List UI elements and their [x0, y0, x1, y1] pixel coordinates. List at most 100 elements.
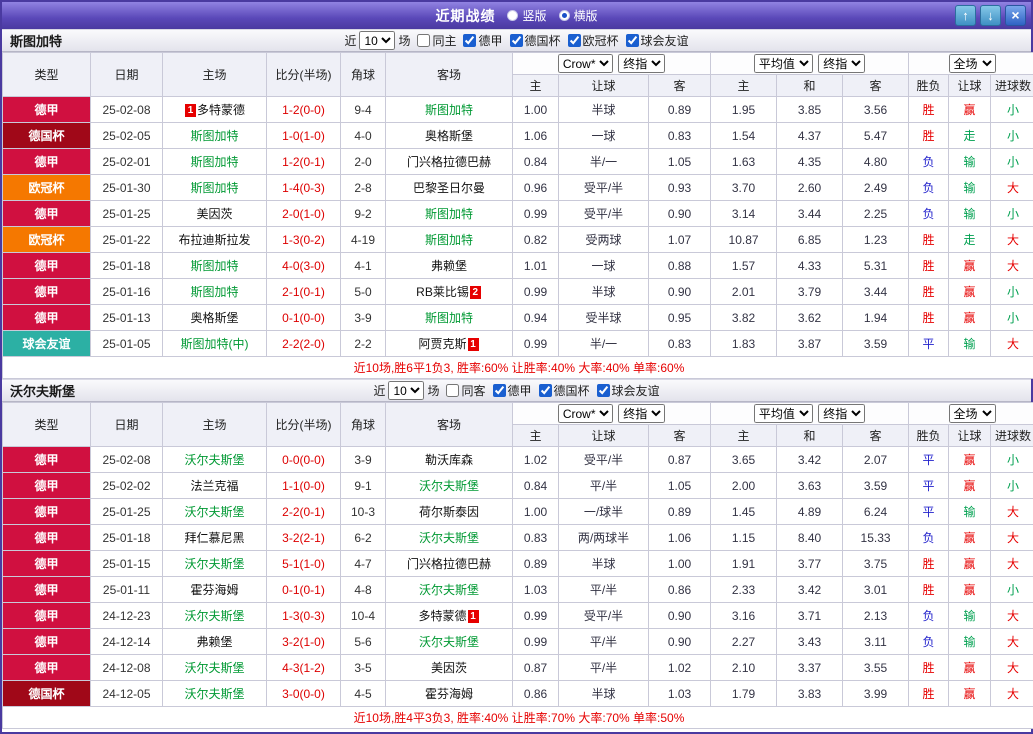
team-link[interactable]: 美因茨 [431, 661, 467, 675]
handicap-result: 赢 [948, 96, 992, 123]
layout-mode-horizontal[interactable]: 横版 [558, 7, 598, 24]
team-link[interactable]: 门兴格拉德巴赫 [407, 155, 491, 169]
league-filter[interactable]: 德甲 [492, 382, 532, 399]
team-link[interactable]: 奥格斯堡 [425, 129, 473, 143]
match-row: 德甲 24-12-14 弗赖堡 3-2(1-0) 5-6 沃尔夫斯堡 0.99 平/半 0.90… [2, 628, 1033, 655]
handicap-result: 输 [948, 602, 992, 629]
team-link[interactable]: 多特蒙德 [197, 103, 245, 117]
team-link[interactable]: 斯图加特 [190, 155, 238, 169]
league-filter[interactable]: 德甲 [463, 32, 503, 49]
layout-mode-vertical[interactable]: 竖版 [507, 7, 547, 24]
same-venue-checkbox[interactable] [417, 34, 431, 47]
final-index-select[interactable]: 终指 [618, 404, 666, 423]
team-link[interactable]: 斯图加特 [190, 285, 238, 299]
team-link[interactable]: 巴黎圣日尔曼 [413, 181, 485, 195]
average-select[interactable]: 平均值 [753, 404, 813, 423]
team-link[interactable]: 法兰克福 [190, 479, 238, 493]
team-link[interactable]: 沃尔夫斯堡 [184, 505, 244, 519]
final-index-select-2[interactable]: 终指 [818, 404, 866, 423]
league-checkbox[interactable] [492, 383, 506, 397]
move-up-button[interactable]: ↑ [955, 5, 976, 26]
col-header-euro-away: 客 [842, 424, 910, 447]
full-match-select[interactable]: 全场 [948, 404, 996, 423]
league-checkbox[interactable] [625, 33, 639, 47]
team-link[interactable]: 沃尔夫斯堡 [184, 453, 244, 467]
team-link[interactable]: 霍芬海姆 [425, 687, 473, 701]
same-venue-filter[interactable]: 同客 [446, 382, 486, 399]
euro-home-odds: 1.91 [710, 550, 778, 577]
average-select[interactable]: 平均值 [753, 54, 813, 73]
team-link[interactable]: 拜仁慕尼黑 [184, 531, 244, 545]
team-link[interactable]: 沃尔夫斯堡 [419, 531, 479, 545]
bookmaker-select[interactable]: Crow* [557, 404, 613, 423]
team-link[interactable]: 沃尔夫斯堡 [419, 479, 479, 493]
team-link[interactable]: 弗赖堡 [196, 635, 232, 649]
league-filter[interactable]: 德国杯 [538, 382, 590, 399]
final-index-select-2[interactable]: 终指 [818, 54, 866, 73]
team-link[interactable]: 斯图加特 [190, 181, 238, 195]
team-link[interactable]: 斯图加特 [425, 103, 473, 117]
team-link[interactable]: 斯图加特(中) [181, 337, 249, 351]
match-date: 25-01-16 [90, 278, 163, 305]
team-link[interactable]: 斯图加特 [425, 311, 473, 325]
team-link[interactable]: 沃尔夫斯堡 [419, 635, 479, 649]
goals-result: 大 [990, 550, 1033, 577]
league-checkbox[interactable] [567, 33, 581, 47]
match-count-select[interactable]: 10 [388, 381, 425, 400]
team-link[interactable]: 奥格斯堡 [190, 311, 238, 325]
same-venue-checkbox[interactable] [446, 384, 460, 397]
full-match-select[interactable]: 全场 [948, 54, 996, 73]
league-filter-label: 球会友谊 [640, 33, 689, 48]
team-link[interactable]: 斯图加特 [190, 129, 238, 143]
final-index-select[interactable]: 终指 [618, 54, 666, 73]
team-link[interactable]: 弗赖堡 [431, 259, 467, 273]
team-link[interactable]: 斯图加特 [425, 207, 473, 221]
away-team-cell: RB莱比锡 2 [385, 278, 513, 305]
team-link[interactable]: RB莱比锡 [416, 285, 469, 299]
league-checkbox[interactable] [596, 383, 610, 397]
away-team-cell: 门兴格拉德巴赫 [385, 550, 513, 577]
handicap-result: 输 [948, 330, 992, 357]
match-date: 25-01-25 [90, 200, 163, 227]
team-link[interactable]: 沃尔夫斯堡 [184, 557, 244, 571]
team-link[interactable]: 美因茨 [196, 207, 232, 221]
match-result: 负 [908, 200, 950, 227]
close-button[interactable]: × [1005, 5, 1026, 26]
corner-score: 4-7 [340, 550, 386, 577]
team-link[interactable]: 斯图加特 [190, 259, 238, 273]
asia-home-odds: 0.99 [512, 278, 559, 305]
league-checkbox[interactable] [509, 33, 523, 47]
team-link[interactable]: 勒沃库森 [425, 453, 473, 467]
league-filter[interactable]: 欧冠杯 [567, 32, 619, 49]
league-filter[interactable]: 球会友谊 [596, 382, 660, 399]
team-link[interactable]: 斯图加特 [425, 233, 473, 247]
team-link[interactable]: 沃尔夫斯堡 [184, 661, 244, 675]
league-badge: 德甲 [2, 654, 91, 681]
away-team-cell: 荷尔斯泰因 [385, 498, 513, 525]
team-link[interactable]: 沃尔夫斯堡 [419, 583, 479, 597]
match-row: 德甲 25-01-11 霍芬海姆 0-1(0-1) 4-8 沃尔夫斯堡 1.03 平/半 0.8… [2, 576, 1033, 603]
team-link[interactable]: 霍芬海姆 [190, 583, 238, 597]
team-link[interactable]: 沃尔夫斯堡 [184, 687, 244, 701]
team-link[interactable]: 门兴格拉德巴赫 [407, 557, 491, 571]
match-count-select[interactable]: 10 [359, 31, 396, 50]
league-checkbox[interactable] [463, 33, 477, 47]
asia-away-odds: 1.05 [647, 472, 712, 499]
same-venue-label: 同主 [432, 34, 457, 48]
same-venue-filter[interactable]: 同主 [417, 32, 456, 49]
asia-handicap: 受两球 [558, 226, 649, 253]
move-down-button[interactable]: ↓ [980, 5, 1001, 26]
league-filter[interactable]: 德国杯 [509, 32, 561, 49]
team-link[interactable]: 多特蒙德 [418, 609, 466, 623]
red-card-badge: 2 [469, 286, 481, 299]
team-link[interactable]: 阿贾克斯 [418, 337, 466, 351]
goals-result: 大 [990, 330, 1033, 357]
bookmaker-select[interactable]: Crow* [557, 54, 613, 73]
league-checkbox[interactable] [538, 383, 552, 397]
team-link[interactable]: 沃尔夫斯堡 [184, 609, 244, 623]
league-filter[interactable]: 球会友谊 [625, 32, 689, 49]
asia-home-odds: 1.01 [512, 252, 559, 279]
team-link[interactable]: 布拉迪斯拉发 [178, 233, 250, 247]
titlebar-buttons: ↑ ↓ × [955, 5, 1026, 26]
team-link[interactable]: 荷尔斯泰因 [419, 505, 479, 519]
